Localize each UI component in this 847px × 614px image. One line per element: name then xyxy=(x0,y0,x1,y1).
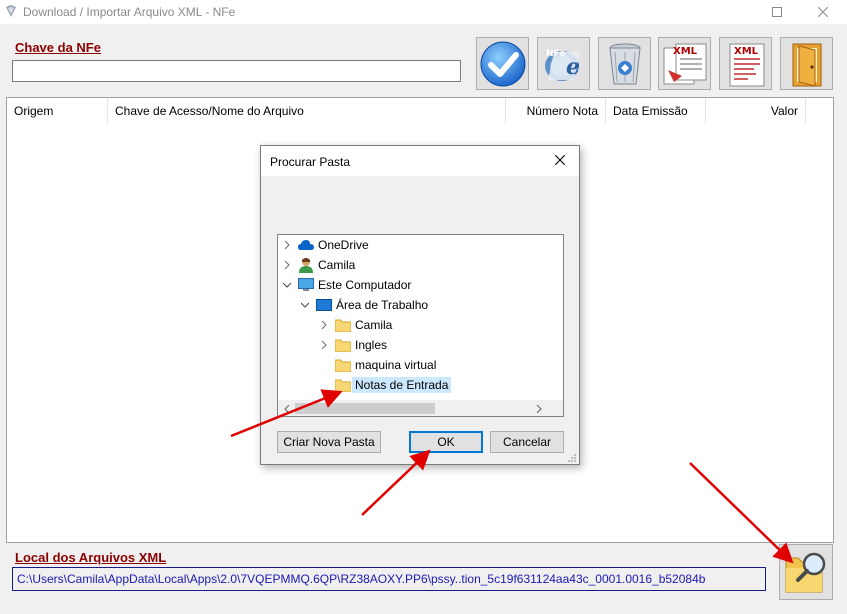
browse-folder-button[interactable] xyxy=(779,544,833,600)
delete-button[interactable] xyxy=(598,37,651,90)
xml-import-button[interactable]: XML xyxy=(658,37,711,90)
tree-item-onedrive[interactable]: OneDrive xyxy=(280,235,369,255)
tree-item-label: Camila xyxy=(355,318,393,332)
computer-icon xyxy=(298,277,314,293)
tree-item-folder-maquina-virtual[interactable]: maquina virtual xyxy=(317,355,436,375)
tree-item-folder-camila[interactable]: Camila xyxy=(317,315,392,335)
window-title: Download / Importar Arquivo XML - NFe xyxy=(23,5,236,19)
dialog-title-bar: Procurar Pasta xyxy=(261,146,579,176)
grid-header: Origem Chave de Acesso/Nome do Arquivo N… xyxy=(7,98,833,124)
xml-document-icon: XML xyxy=(660,40,710,88)
xml-text: XML xyxy=(673,46,698,57)
tree-item-label: Notas de Entrada xyxy=(352,377,452,393)
local-path-box: C:\Users\Camila\AppData\Local\Apps\2.0\7… xyxy=(12,567,766,591)
dialog-close-button[interactable] xyxy=(547,150,573,172)
local-path-text: C:\Users\Camila\AppData\Local\Apps\2.0\7… xyxy=(17,572,706,586)
folder-icon xyxy=(335,377,351,393)
col-valor[interactable]: Valor xyxy=(706,98,806,124)
checkmark-icon xyxy=(479,40,527,88)
exit-door-icon xyxy=(785,40,829,88)
folder-icon xyxy=(335,357,351,373)
folder-tree[interactable]: OneDrive Camila Este Computador Área de … xyxy=(277,234,564,417)
chave-nfe-input[interactable] xyxy=(12,60,461,82)
dialog-title: Procurar Pasta xyxy=(270,155,351,169)
tree-horizontal-scrollbar[interactable] xyxy=(278,400,563,416)
xml-export-button[interactable]: XML xyxy=(719,37,772,90)
tree-item-label: maquina virtual xyxy=(355,358,437,372)
app-icon xyxy=(4,4,18,18)
scroll-right-icon[interactable] xyxy=(530,400,547,416)
exit-button[interactable] xyxy=(780,37,833,90)
col-chave-acesso[interactable]: Chave de Acesso/Nome do Arquivo xyxy=(108,98,506,124)
tree-item-label: Ingles xyxy=(355,338,388,352)
nfe-text: NFe xyxy=(546,49,565,59)
svg-text:e: e xyxy=(566,54,580,80)
browse-folder-dialog: Procurar Pasta OneDrive Camila Este Comp… xyxy=(260,145,580,465)
xml-text-2: XML xyxy=(734,46,759,57)
recycle-bin-icon xyxy=(603,40,647,88)
cancel-button[interactable]: Cancelar xyxy=(490,431,564,453)
tree-item-area-de-trabalho[interactable]: Área de Trabalho xyxy=(298,295,428,315)
tree-item-user-camila[interactable]: Camila xyxy=(280,255,355,275)
tree-item-label: Camila xyxy=(318,258,356,272)
chevron-down-icon[interactable] xyxy=(280,278,294,292)
tree-item-folder-ingles[interactable]: Ingles xyxy=(317,335,387,355)
resize-grip-icon[interactable] xyxy=(567,452,577,462)
chevron-right-icon[interactable] xyxy=(317,318,331,332)
chevron-right-icon[interactable] xyxy=(317,338,331,352)
col-data-emissao[interactable]: Data Emissão xyxy=(606,98,706,124)
nfe-logo-icon: e NFe xyxy=(540,40,588,88)
tree-item-label: Este Computador xyxy=(318,278,412,292)
folder-icon xyxy=(335,317,351,333)
scroll-left-icon[interactable] xyxy=(278,400,295,416)
scroll-thumb-horizontal[interactable] xyxy=(295,403,435,414)
tree-item-folder-notas-de-entrada[interactable]: Notas de Entrada xyxy=(317,375,452,395)
col-numero-nota[interactable]: Número Nota xyxy=(506,98,606,124)
tree-item-label: OneDrive xyxy=(318,238,369,252)
local-arquivos-label: Local dos Arquivos XML xyxy=(15,550,167,565)
new-folder-button[interactable]: Criar Nova Pasta xyxy=(277,431,381,453)
tree-item-label: Área de Trabalho xyxy=(336,298,429,312)
folder-icon xyxy=(335,337,351,353)
user-icon xyxy=(298,257,314,273)
xml-list-icon: XML xyxy=(722,40,770,88)
confirm-button[interactable] xyxy=(476,37,529,90)
maximize-button[interactable] xyxy=(754,0,800,24)
desktop-icon xyxy=(316,297,332,313)
folder-search-icon xyxy=(782,546,830,599)
chevron-right-icon[interactable] xyxy=(280,258,294,272)
chave-nfe-label: Chave da NFe xyxy=(15,40,101,55)
ok-button[interactable]: OK xyxy=(409,431,483,453)
nfe-button[interactable]: e NFe xyxy=(537,37,590,90)
chevron-right-icon[interactable] xyxy=(280,238,294,252)
chevron-down-icon[interactable] xyxy=(298,298,312,312)
tree-item-este-computador[interactable]: Este Computador xyxy=(280,275,411,295)
col-origem[interactable]: Origem xyxy=(7,98,108,124)
title-bar: Download / Importar Arquivo XML - NFe xyxy=(0,0,847,24)
close-icon xyxy=(554,154,566,168)
onedrive-cloud-icon xyxy=(298,237,314,253)
close-window-button[interactable] xyxy=(800,0,846,24)
